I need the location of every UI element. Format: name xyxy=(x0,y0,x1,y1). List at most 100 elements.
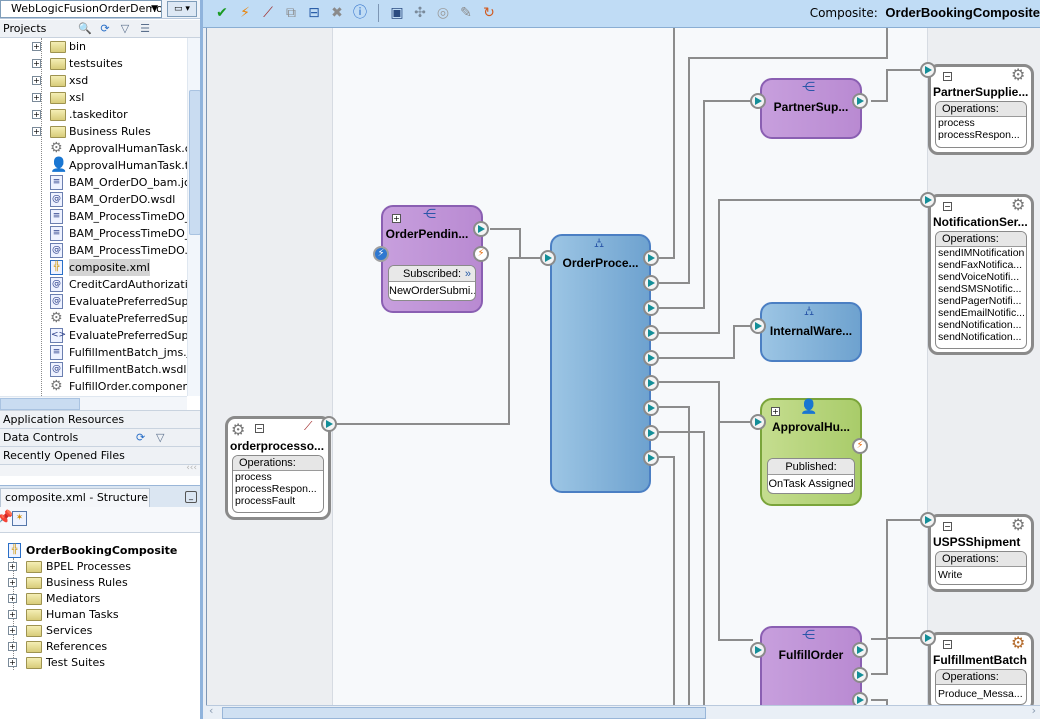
expand-icon[interactable]: + xyxy=(771,407,780,416)
operation-item[interactable]: sendNotification... xyxy=(936,319,1026,331)
tree-item[interactable]: + xsl xyxy=(0,89,187,106)
tree-item[interactable]: ⚙ FulfillOrder.componentTy xyxy=(0,378,187,395)
reference-port[interactable] xyxy=(643,275,659,291)
test-icon[interactable]: ◎ xyxy=(434,3,452,23)
structure-tree-item[interactable]: + Mediators xyxy=(0,591,200,607)
structure-tree-item[interactable]: + Human Tasks xyxy=(0,607,200,623)
tree-item[interactable]: ⚙ ApprovalHumanTask.com xyxy=(0,140,187,157)
application-menu-button[interactable]: ▭ ▾ xyxy=(167,1,197,17)
scroll-right-icon[interactable]: › xyxy=(1032,704,1036,717)
operation-item[interactable]: sendNotification... xyxy=(936,331,1026,343)
collapse-icon[interactable]: − xyxy=(943,640,952,649)
tab-structure[interactable]: composite.xml - Structure xyxy=(0,488,150,508)
service-port[interactable] xyxy=(750,93,766,109)
component-orderprocessor[interactable]: ⛼ OrderProce... xyxy=(550,234,651,493)
reference-port[interactable] xyxy=(852,93,868,109)
tree-item[interactable]: ≡ BAM_OrderDO_bam.jca xyxy=(0,174,187,191)
scrollbar-thumb[interactable] xyxy=(0,398,80,410)
tree-item[interactable]: 👤ApprovalHumanTask.tas xyxy=(0,157,187,174)
structure-tree-item[interactable]: + Test Suites xyxy=(0,655,200,671)
reference-port[interactable] xyxy=(852,642,868,658)
deploy-icon[interactable]: ▣ xyxy=(388,3,406,23)
reference-port[interactable] xyxy=(643,250,659,266)
reference-port[interactable] xyxy=(473,221,489,237)
collapse-icon[interactable]: − xyxy=(943,522,952,531)
tree-item[interactable]: @ BAM_OrderDO.wsdl xyxy=(0,191,187,208)
canvas-horizontal-scrollbar[interactable]: ‹ › xyxy=(206,704,1040,719)
operation-item[interactable]: Produce_Messa... xyxy=(936,685,1026,703)
tree-item[interactable]: ≡ BAM_ProcessTimeDO_EC xyxy=(0,225,187,242)
tree-item[interactable]: @ BAM_ProcessTimeDO.ws xyxy=(0,242,187,259)
service-port[interactable] xyxy=(750,318,766,334)
filter-icon[interactable]: ▽ xyxy=(118,22,132,36)
delete-icon[interactable]: ✖ xyxy=(328,3,346,23)
collapse-icon[interactable]: − xyxy=(943,72,952,81)
scrollbar-thumb[interactable] xyxy=(222,707,706,719)
info-icon[interactable]: ⓘ xyxy=(351,3,369,23)
collapse-icon[interactable]: − xyxy=(943,202,952,211)
component-orderpending[interactable]: + ⋲ OrderPendin... Subscribed:» NewOrder… xyxy=(381,205,483,313)
operation-item[interactable]: sendIMNotification xyxy=(936,247,1026,259)
reference-partnersupplier[interactable]: − ⚙ PartnerSupplie... Operations: proces… xyxy=(928,64,1034,155)
reference-notificationservice[interactable]: − ⚙ NotificationSer... Operations: sendI… xyxy=(928,194,1034,355)
subscribed-event-item[interactable]: NewOrderSubmi... xyxy=(389,282,475,300)
new-view-icon[interactable]: ✶ xyxy=(12,511,27,526)
structure-tree-item[interactable]: + References xyxy=(0,639,200,655)
tree-options-icon[interactable]: ☰ xyxy=(138,22,152,36)
accordion-application-resources[interactable]: Application Resources xyxy=(0,410,200,428)
expand-icon[interactable]: + xyxy=(32,42,41,51)
service-port[interactable] xyxy=(321,416,337,432)
lightning-icon[interactable]: ⚡ xyxy=(373,246,389,262)
lightning-icon[interactable]: ⚡ xyxy=(236,3,254,23)
reference-port[interactable] xyxy=(643,325,659,341)
accordion-data-controls[interactable]: Data Controls ⟳ ▽ xyxy=(0,428,200,447)
lightning-icon[interactable]: ⚡ xyxy=(852,438,868,454)
lightning-icon[interactable]: ⚡ xyxy=(473,246,489,262)
reference-port[interactable] xyxy=(643,300,659,316)
reference-port[interactable] xyxy=(920,512,936,528)
tree-item[interactable]: ≡ BAM_ProcessTimeDO_ba xyxy=(0,208,187,225)
operation-item[interactable]: process xyxy=(233,471,323,483)
tree-item[interactable]: @ EvaluatePreferredSupplie xyxy=(0,293,187,310)
tree-item[interactable]: ≡ FulfillmentBatch_jms.jca xyxy=(0,344,187,361)
reference-port[interactable] xyxy=(920,62,936,78)
accordion-recently-opened-files[interactable]: Recently Opened Files xyxy=(0,446,200,464)
operation-item[interactable]: sendFaxNotifica... xyxy=(936,259,1026,271)
expand-icon[interactable]: + xyxy=(8,562,17,571)
component-partnersupplier[interactable]: ⋲ PartnerSup... xyxy=(760,78,862,139)
add-component-icon[interactable]: ⧉ xyxy=(282,3,300,23)
operation-item[interactable]: Write xyxy=(936,567,1026,583)
operation-item[interactable]: sendVoiceNotifi... xyxy=(936,271,1026,283)
tree-item[interactable]: + .taskeditor xyxy=(0,106,187,123)
refresh-icon[interactable]: ⟳ xyxy=(136,429,145,447)
structure-tree-item[interactable]: + Business Rules xyxy=(0,575,200,591)
filter-icon[interactable]: ▽ xyxy=(156,429,164,447)
reference-port[interactable] xyxy=(643,425,659,441)
layout-icon[interactable]: ✣ xyxy=(411,3,429,23)
expand-icon[interactable]: + xyxy=(32,76,41,85)
component-internalwarehouse[interactable]: ⛼ InternalWare... xyxy=(760,302,862,362)
expand-icon[interactable]: + xyxy=(8,642,17,651)
remove-component-icon[interactable]: ⊟ xyxy=(305,3,323,23)
application-dropdown[interactable]: WebLogicFusionOrderDemo ▼ xyxy=(0,0,162,18)
edit-icon[interactable]: ✎ xyxy=(457,3,475,23)
expand-icon[interactable]: + xyxy=(32,93,41,102)
operation-item[interactable]: process xyxy=(936,117,1026,129)
chevron-right-icon[interactable]: » xyxy=(465,266,471,282)
expand-icon[interactable]: + xyxy=(8,578,17,587)
component-approvalhumantask[interactable]: + 👤 ApprovalHu... Published: OnTask Assi… xyxy=(760,398,862,506)
search-icon[interactable]: 🔍 xyxy=(78,22,92,36)
expand-icon[interactable]: + xyxy=(8,610,17,619)
refresh-icon[interactable]: ↻ xyxy=(480,3,498,23)
reference-port[interactable] xyxy=(920,630,936,646)
expand-icon[interactable]: + xyxy=(8,658,17,667)
expand-icon[interactable]: + xyxy=(32,110,41,119)
reference-fulfillmentbatch[interactable]: − ⚙ FulfillmentBatch Operations: Produce… xyxy=(928,632,1034,705)
service-port[interactable] xyxy=(540,250,556,266)
scrollbar-thumb[interactable] xyxy=(189,90,200,235)
collapse-icon[interactable]: − xyxy=(255,424,264,433)
scroll-left-icon[interactable]: ‹‹‹ xyxy=(186,463,197,473)
diagram-canvas[interactable]: ⚙ − ⟋ orderprocesso... Operations: proce… xyxy=(206,28,1040,705)
expand-icon[interactable]: + xyxy=(392,214,401,223)
structure-tree-item[interactable]: + Services xyxy=(0,623,200,639)
